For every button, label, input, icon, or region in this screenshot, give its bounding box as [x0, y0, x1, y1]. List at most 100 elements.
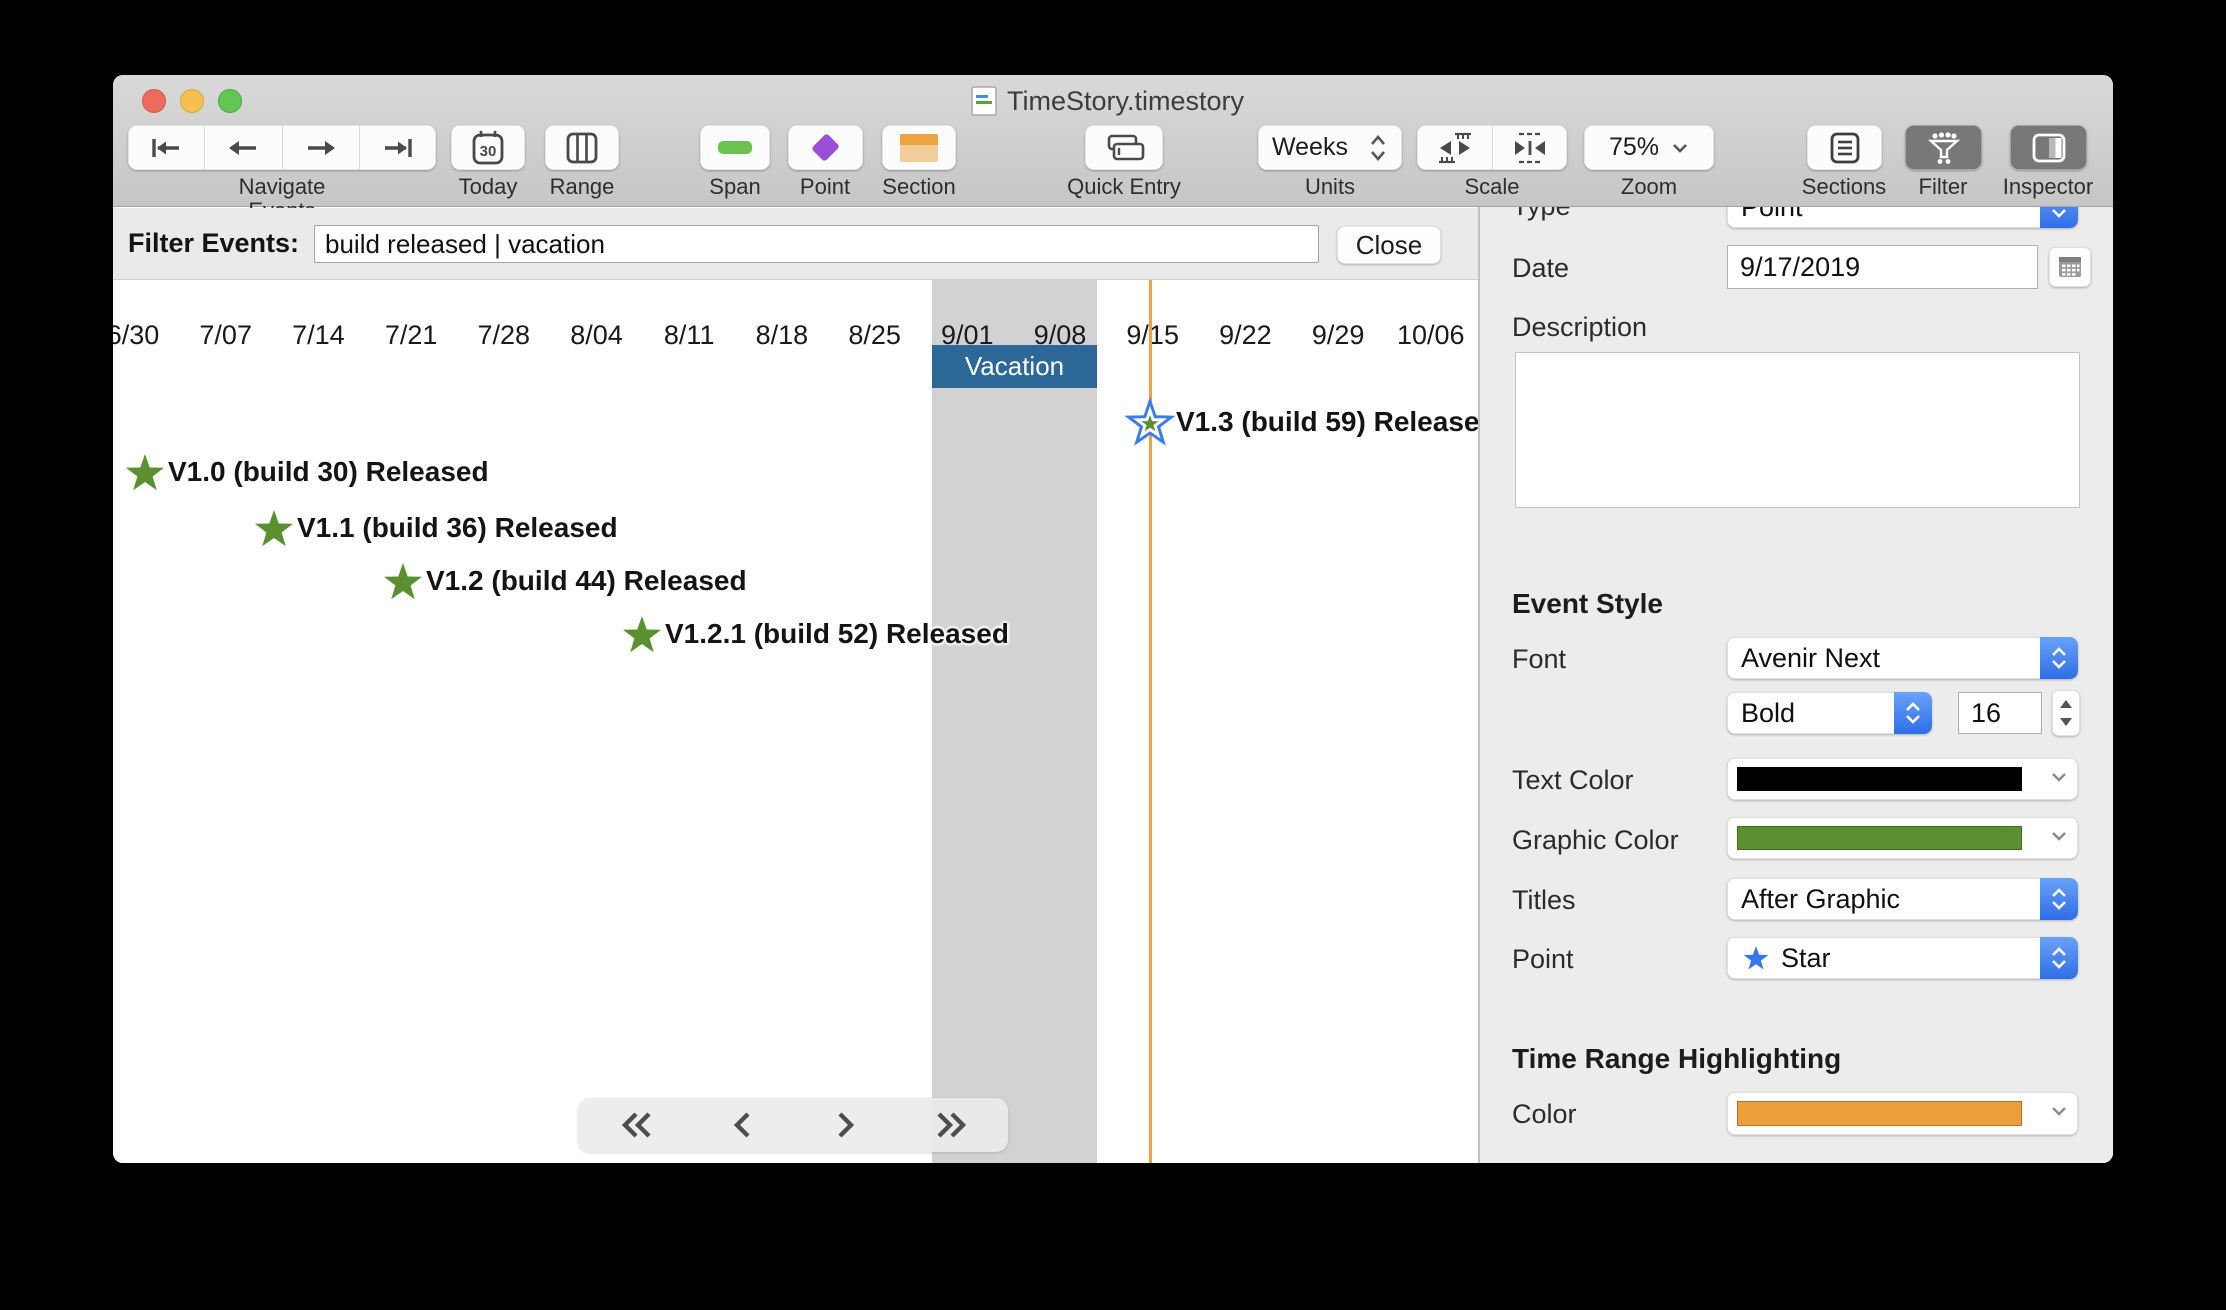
window-title-group: TimeStory.timestory [971, 85, 1244, 117]
selected-star-icon [1120, 392, 1180, 452]
span-button[interactable] [700, 125, 770, 170]
window-chrome: TimeStory.timestory [113, 75, 2113, 207]
page-left-button[interactable] [711, 1103, 775, 1147]
date-label: 8/18 [756, 320, 809, 351]
page-right-button[interactable] [813, 1103, 877, 1147]
event-title: V1.2 (build 44) Released [426, 565, 747, 597]
chevron-down-icon [2050, 1104, 2068, 1118]
popup-stepper-cap [2040, 937, 2078, 979]
quick-entry-icon [1101, 132, 1147, 164]
updown-chevrons-icon [2049, 944, 2069, 972]
timeline-event[interactable]: V1.2 (build 44) Released [382, 560, 747, 602]
range-button[interactable] [545, 125, 619, 170]
font-family-popup[interactable]: Avenir Next [1727, 637, 2078, 679]
zoom-popup[interactable]: 75% [1584, 125, 1714, 170]
graphic-color-label: Graphic Color [1512, 825, 1679, 856]
timeline-event[interactable]: V1.0 (build 30) Released [124, 451, 489, 493]
font-family-value: Avenir Next [1727, 643, 2040, 674]
updown-chevrons-icon [2049, 644, 2069, 672]
point-shape-label: Point [1512, 944, 1574, 975]
event-style-header: Event Style [1512, 588, 1663, 620]
highlight-color-swatch [1737, 1101, 2022, 1126]
today-button[interactable]: 30 [451, 125, 525, 170]
expand-horizontal-icon [1509, 131, 1551, 165]
star-icon [382, 560, 424, 602]
scale-segment [1417, 125, 1567, 170]
inspector-label: Inspector [1968, 175, 2113, 199]
chevron-down-icon [2050, 770, 2068, 784]
units-popup[interactable]: Weeks [1258, 125, 1402, 170]
filter-button[interactable] [1905, 125, 1982, 170]
timeline-event[interactable]: V1.3 (build 59) Released [1120, 392, 1479, 452]
point-button[interactable] [788, 125, 863, 170]
page-far-left-button[interactable] [606, 1103, 670, 1147]
graphic-color-well[interactable] [1727, 817, 2078, 859]
event-title: V1.1 (build 36) Released [297, 512, 618, 544]
type-popup[interactable]: Point [1727, 207, 2078, 228]
close-filter-button[interactable]: Close [1337, 226, 1441, 264]
event-title: V1.2.1 (build 52) Released [665, 618, 1009, 650]
timeline-event[interactable]: V1.1 (build 36) Released [253, 507, 618, 549]
date-label: 7/21 [385, 320, 438, 351]
navigate-events-label: Navigate Events [202, 175, 362, 199]
filter-events-label: Filter Events: [128, 228, 299, 259]
date-picker-button[interactable] [2049, 247, 2091, 287]
timestory-window: TimeStory.timestory [113, 75, 2113, 1163]
star-icon [621, 613, 663, 655]
description-textarea[interactable] [1515, 352, 2080, 508]
chevron-down-icon [2050, 829, 2068, 843]
text-color-label: Text Color [1512, 765, 1634, 796]
section-button[interactable] [882, 125, 956, 170]
stepper-arrows-icon [2052, 690, 2080, 736]
filter-bar: Filter Events: Close [113, 208, 1479, 280]
font-size-input[interactable] [1958, 692, 2042, 734]
timeline-event[interactable]: V1.2.1 (build 52) Released [621, 613, 1009, 655]
go-first-event-button[interactable] [128, 125, 204, 170]
text-color-well[interactable] [1727, 758, 2078, 800]
date-label: 7/28 [478, 320, 531, 351]
font-weight-value: Bold [1727, 698, 1894, 729]
go-next-event-button[interactable] [282, 125, 359, 170]
titles-popup[interactable]: After Graphic [1727, 878, 2078, 920]
filter-events-input[interactable] [314, 225, 1319, 263]
star-icon [253, 507, 295, 549]
date-label: 7/14 [292, 320, 345, 351]
arrow-left-icon [223, 134, 263, 162]
navigate-events-segment [128, 125, 436, 170]
date-label: 10/06 [1397, 320, 1465, 351]
compress-horizontal-icon [1434, 131, 1476, 165]
scale-up-button[interactable] [1492, 125, 1567, 170]
font-weight-popup[interactable]: Bold [1727, 692, 1932, 734]
scale-down-button[interactable] [1417, 125, 1492, 170]
font-size-stepper[interactable] [2052, 690, 2080, 736]
popup-stepper-cap [2040, 878, 2078, 920]
vacation-section-banner[interactable]: Vacation [932, 345, 1097, 388]
zoom-window-button[interactable] [218, 89, 242, 113]
go-last-event-button[interactable] [359, 125, 436, 170]
date-input[interactable] [1727, 245, 2038, 289]
event-title: V1.0 (build 30) Released [168, 456, 489, 488]
date-label: 9/22 [1219, 320, 1272, 351]
text-color-swatch [1737, 767, 2022, 791]
skip-to-start-icon [146, 134, 186, 162]
quick-entry-button[interactable] [1085, 125, 1163, 170]
inspector-button[interactable] [2010, 125, 2087, 170]
timeline-canvas[interactable]: 6/307/077/147/217/288/048/118/188/259/01… [113, 280, 1479, 1163]
double-chevron-left-icon [618, 1110, 658, 1140]
page-far-right-button[interactable] [918, 1103, 982, 1147]
go-previous-event-button[interactable] [204, 125, 281, 170]
close-window-button[interactable] [142, 89, 166, 113]
titles-value: After Graphic [1727, 884, 2040, 915]
double-chevron-right-icon [930, 1110, 970, 1140]
section-icon [900, 134, 938, 162]
point-shape-popup[interactable]: Star [1727, 937, 2078, 979]
desktop: TimeStory.timestory [0, 0, 2226, 1310]
type-popup-value: Point [1727, 207, 2040, 223]
popup-stepper-cap [2040, 207, 2078, 228]
timeline-nav-bar [578, 1098, 1008, 1152]
chevron-down-icon [1671, 142, 1689, 154]
highlight-color-well[interactable] [1727, 1092, 2078, 1135]
type-label: Type [1512, 207, 1571, 222]
sections-button[interactable] [1807, 125, 1882, 170]
minimize-window-button[interactable] [180, 89, 204, 113]
